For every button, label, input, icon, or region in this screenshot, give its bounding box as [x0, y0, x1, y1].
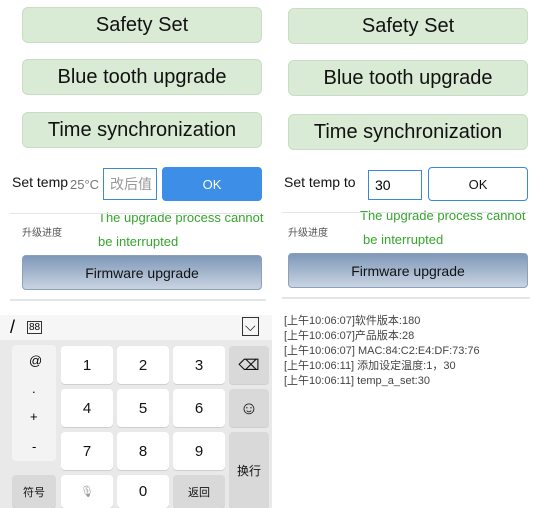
backspace-icon[interactable]: ⌫: [229, 346, 269, 384]
time-sync-button[interactable]: Time synchronization: [22, 112, 262, 148]
key-5[interactable]: 5: [117, 389, 169, 427]
key-9[interactable]: 9: [173, 432, 225, 470]
back-key[interactable]: 返回: [173, 475, 225, 508]
safety-set-button[interactable]: Safety Set: [22, 7, 262, 43]
temp-hint: 25°C: [70, 177, 100, 192]
temp-input[interactable]: 改后值: [103, 168, 157, 200]
upgrade-notice-line1: The upgrade process cannot: [360, 208, 526, 223]
log-line: [上午10:06:07]软件版本:180: [284, 315, 421, 327]
divider: [10, 299, 266, 301]
enter-key[interactable]: 换行: [229, 432, 269, 508]
divider: [282, 297, 530, 299]
firmware-upgrade-button[interactable]: Firmware upgrade: [22, 255, 262, 290]
upgrade-notice-line2: be interrupted: [98, 234, 179, 249]
grid-icon[interactable]: 88: [27, 321, 43, 334]
upgrade-notice-line2: be interrupted: [363, 232, 444, 247]
log-line: [上午10:06:07]产品版本:28: [284, 330, 415, 342]
progress-label: 升级进度: [288, 228, 328, 239]
keyboard-toolbar: / 88 ⌵: [0, 315, 272, 340]
temp-input[interactable]: 30: [368, 170, 422, 200]
key-8[interactable]: 8: [117, 432, 169, 470]
bluetooth-upgrade-button[interactable]: Blue tooth upgrade: [288, 60, 528, 96]
key-7[interactable]: 7: [61, 432, 113, 470]
symbol-dot[interactable]: .: [32, 381, 36, 396]
divider: [282, 212, 528, 213]
key-3[interactable]: 3: [173, 346, 225, 384]
slash-glyph: /: [10, 317, 16, 337]
left-screen: Safety Set Blue tooth upgrade Time synch…: [0, 0, 272, 508]
mic-icon[interactable]: 🎙: [61, 475, 113, 508]
set-temp-label: Set temp: [12, 174, 69, 190]
time-sync-button[interactable]: Time synchronization: [288, 114, 528, 150]
key-0[interactable]: 0: [117, 475, 169, 508]
symbol-minus[interactable]: -: [32, 439, 36, 454]
log-line: [上午10:06:07] MAC:84:C2:E4:DF:73:76: [284, 345, 480, 357]
log-line: [上午10:06:11] temp_a_set:30: [284, 375, 430, 387]
symbol-at[interactable]: @: [29, 353, 42, 368]
divider: [10, 213, 262, 214]
set-temp-label: Set temp to: [284, 174, 356, 190]
safety-set-button[interactable]: Safety Set: [288, 8, 528, 44]
log-line: [上午10:06:11] 添加设定温度:1，30: [284, 360, 456, 372]
key-2[interactable]: 2: [117, 346, 169, 384]
upgrade-notice-line1: The upgrade process cannot: [98, 210, 264, 225]
ok-button[interactable]: OK: [162, 167, 262, 201]
key-1[interactable]: 1: [61, 346, 113, 384]
symbol-plus[interactable]: +: [30, 409, 38, 424]
firmware-upgrade-button[interactable]: Firmware upgrade: [288, 253, 528, 288]
progress-label: 升级进度: [22, 228, 62, 239]
key-6[interactable]: 6: [173, 389, 225, 427]
emoji-icon[interactable]: ☺: [229, 389, 269, 427]
symbol-strip: @ . + -: [12, 345, 56, 461]
ok-button[interactable]: OK: [428, 167, 528, 201]
collapse-keyboard-icon[interactable]: ⌵: [242, 317, 259, 336]
bluetooth-upgrade-button[interactable]: Blue tooth upgrade: [22, 59, 262, 95]
right-screen: Safety Set Blue tooth upgrade Time synch…: [278, 0, 534, 508]
key-4[interactable]: 4: [61, 389, 113, 427]
symbols-key[interactable]: 符号: [12, 475, 56, 508]
